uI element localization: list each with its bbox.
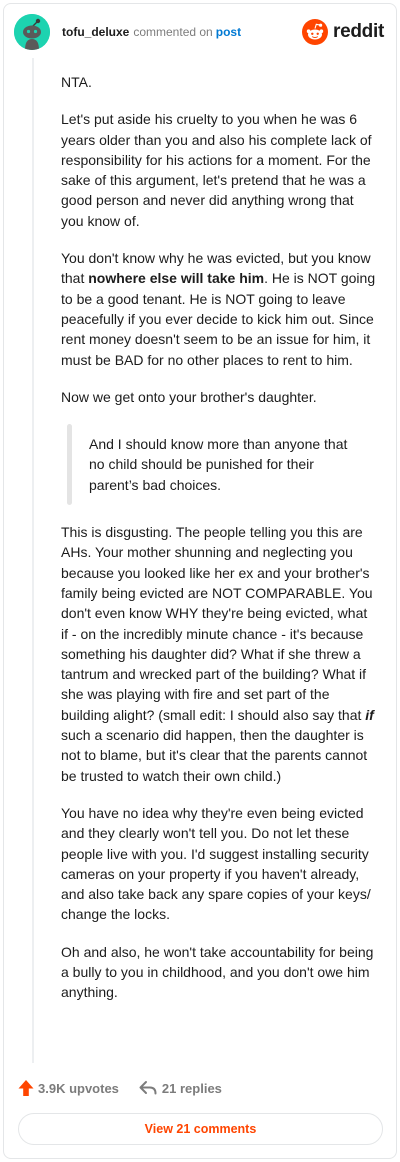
comment-header: tofu_deluxe commented on post reddit	[14, 14, 384, 50]
commented-on-text: commented on	[133, 25, 213, 39]
byline: tofu_deluxe commented on post	[62, 25, 241, 39]
paragraph-1: NTA.	[61, 74, 92, 90]
post-link[interactable]: post	[216, 25, 241, 39]
upvote-button[interactable]: 3.9K upvotes	[18, 1079, 119, 1097]
reddit-brand[interactable]: reddit	[302, 19, 384, 45]
replies-button[interactable]: 21 replies	[139, 1080, 222, 1096]
paragraph-3: You don't know why he was evicted, but y…	[61, 248, 376, 370]
upvote-arrow-icon	[18, 1080, 34, 1096]
paragraph-5-text-a: This is disgusting. The people telling y…	[61, 524, 373, 723]
reddit-logo-icon	[302, 19, 329, 45]
comment-body: NTA. Let's put aside his cruelty to you …	[61, 72, 376, 1020]
paragraph-5-text-b: such a scenario did happen, then the dau…	[61, 727, 368, 784]
quote-text: And I should know more than anyone that …	[89, 436, 348, 493]
view-comments-button[interactable]: View 21 comments	[18, 1113, 383, 1145]
avatar[interactable]	[14, 14, 50, 50]
paragraph-7: Oh and also, he won't take accountabilit…	[61, 943, 374, 1001]
comment-footer: 3.9K upvotes 21 replies	[18, 1077, 378, 1099]
reply-arrow-icon	[139, 1081, 157, 1095]
upvote-count: 3.9K upvotes	[38, 1080, 119, 1096]
username[interactable]: tofu_deluxe	[62, 25, 129, 39]
reddit-wordmark: reddit	[333, 21, 384, 42]
snoo-avatar-icon	[14, 14, 50, 50]
reply-count: 21 replies	[161, 1080, 222, 1096]
paragraph-6: You have no idea why they're even being …	[61, 804, 371, 923]
thread-line[interactable]	[32, 58, 34, 1063]
bold-phrase: nowhere else will take him	[88, 270, 265, 287]
paragraph-2: Let's put aside his cruelty to you when …	[61, 111, 372, 229]
paragraph-5: This is disgusting. The people telling y…	[61, 522, 376, 786]
blockquote: And I should know more than anyone that …	[67, 424, 376, 505]
paragraph-4: Now we get onto your brother's daughter.	[61, 388, 317, 405]
emphasis-word: if	[365, 706, 374, 723]
